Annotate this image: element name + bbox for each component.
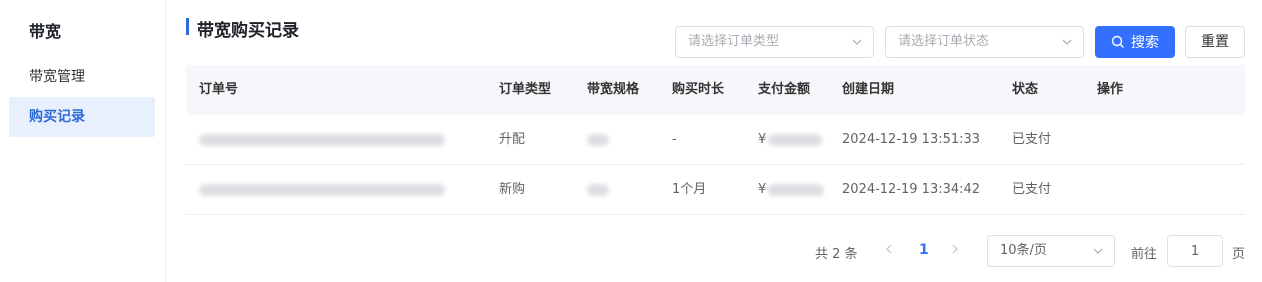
header-order-type: 订单类型 — [499, 82, 552, 97]
sidebar-item-purchase-records[interactable]: 购买记录 — [9, 97, 155, 137]
search-icon — [1111, 35, 1124, 48]
order-status-placeholder: 请选择订单状态 — [898, 34, 990, 49]
page-size-select[interactable]: 10条/页 — [987, 235, 1115, 267]
goto-page-input[interactable] — [1167, 235, 1223, 267]
page-title: 带宽购买记录 — [197, 21, 299, 41]
sidebar-item-bandwidth-management[interactable]: 带宽管理 — [9, 57, 155, 97]
order-no-redacted — [199, 165, 445, 215]
page-size-value: 10条/页 — [1000, 243, 1047, 258]
next-page-button[interactable] — [950, 243, 960, 259]
search-button[interactable]: 搜索 — [1095, 26, 1175, 58]
sidebar-title: 带宽 — [29, 22, 62, 41]
duration-cell: 1个月 — [672, 182, 707, 197]
status-cell: 已支付 — [1012, 132, 1052, 147]
purchase-records-table: 订单号 订单类型 带宽规格 购买时长 支付金额 创建日期 状态 操作 升配 - … — [186, 65, 1245, 215]
order-type-placeholder: 请选择订单类型 — [688, 34, 780, 49]
amount-cell: ¥ — [758, 165, 825, 215]
chevron-down-icon — [852, 39, 862, 45]
spec-redacted — [587, 165, 609, 215]
search-button-label: 搜索 — [1131, 35, 1159, 51]
pagination-total: 共 2 条 — [815, 247, 858, 262]
order-status-select[interactable]: 请选择订单状态 — [885, 26, 1084, 58]
amount-cell: ¥ — [758, 115, 823, 165]
chevron-down-icon — [1062, 39, 1072, 45]
header-created: 创建日期 — [842, 82, 895, 97]
sidebar: 带宽 带宽管理 购买记录 — [0, 0, 166, 282]
status-cell: 已支付 — [1012, 182, 1052, 197]
order-type-select[interactable]: 请选择订单类型 — [675, 26, 874, 58]
table-header: 订单号 订单类型 带宽规格 购买时长 支付金额 创建日期 状态 操作 — [186, 65, 1245, 115]
currency-symbol: ¥ — [758, 182, 767, 197]
header-spec: 带宽规格 — [587, 82, 640, 97]
prev-page-button[interactable] — [884, 243, 894, 259]
goto-unit: 页 — [1232, 247, 1246, 262]
title-accent-bar — [186, 18, 189, 35]
chevron-down-icon — [1093, 248, 1103, 254]
order-type-cell: 新购 — [499, 182, 526, 197]
table-row: 升配 - ¥ 2024-12-19 13:51:33 已支付 — [186, 115, 1245, 165]
order-no-redacted — [199, 115, 445, 165]
header-amount: 支付金额 — [758, 82, 811, 97]
page-number-current[interactable]: 1 — [919, 242, 929, 258]
reset-button[interactable]: 重置 — [1185, 26, 1245, 58]
chevron-right-icon — [952, 244, 958, 254]
table-row: 新购 1个月 ¥ 2024-12-19 13:34:42 已支付 — [186, 165, 1245, 215]
goto-label: 前往 — [1131, 247, 1158, 262]
header-status: 状态 — [1012, 82, 1039, 97]
header-order-no: 订单号 — [199, 82, 239, 97]
header-duration: 购买时长 — [672, 82, 725, 97]
created-cell: 2024-12-19 13:51:33 — [842, 132, 981, 147]
chevron-left-icon — [886, 244, 892, 254]
app-root: 带宽 带宽管理 购买记录 带宽购买记录 请选择订单类型 请选择订单状态 搜索 重… — [0, 0, 1262, 282]
created-cell: 2024-12-19 13:34:42 — [842, 182, 981, 197]
order-type-cell: 升配 — [499, 132, 526, 147]
duration-cell: - — [672, 132, 677, 147]
header-ops: 操作 — [1097, 82, 1124, 97]
currency-symbol: ¥ — [758, 132, 767, 147]
spec-redacted — [587, 115, 609, 165]
